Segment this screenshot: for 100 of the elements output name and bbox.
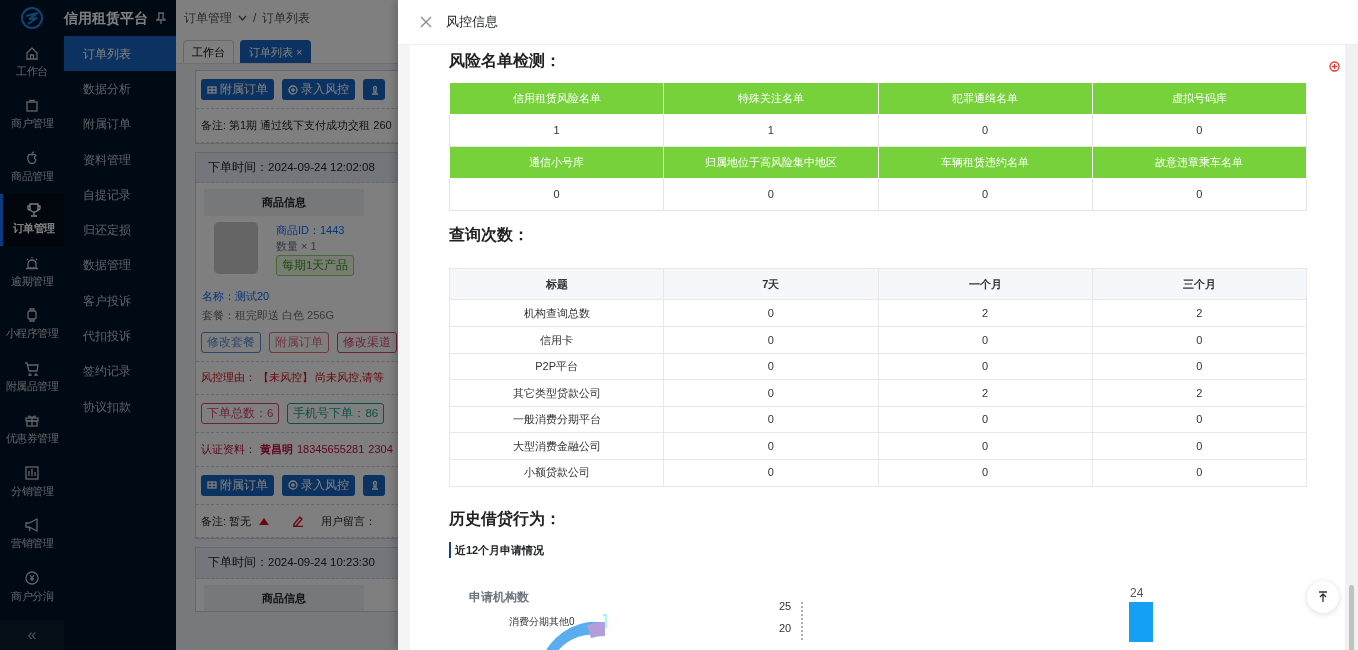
subsection-title: 近12个月申请情况	[449, 541, 545, 559]
table-cell: 机构查询总数	[449, 299, 664, 327]
section-title: 风险名单检测：	[449, 51, 562, 71]
risk-label: 风控理由：	[201, 370, 256, 385]
plus-circle-icon	[288, 480, 298, 491]
auth-name: 黄昌明	[260, 442, 293, 457]
watch-icon	[24, 307, 40, 324]
leader-line	[603, 614, 607, 629]
triangle-up-icon	[259, 517, 270, 525]
table-header: 车辆租赁违约名单	[878, 146, 1093, 179]
table-header: 虚拟号码库	[1092, 82, 1307, 115]
table-cell: 2	[878, 379, 1093, 407]
table-cell: 0	[663, 299, 878, 327]
sidebar-item[interactable]: 订单管理	[0, 193, 64, 246]
app-title: 信用租赁平台	[64, 8, 148, 28]
tab-close[interactable]: ×	[296, 45, 303, 58]
table-cell: 0	[878, 432, 1093, 460]
order-button[interactable]: 附属订单	[201, 79, 274, 101]
tab[interactable]: 工作台	[183, 39, 234, 63]
table-cell: 0	[663, 379, 878, 407]
table-cell: 0	[1092, 178, 1307, 211]
stamp-icon	[369, 480, 379, 491]
table-cell: 大型消费金融公司	[449, 432, 664, 460]
bag-icon	[24, 97, 40, 114]
tab[interactable]: 订单列表 ×	[240, 39, 312, 63]
logo-icon	[20, 6, 44, 30]
table-header: 7天	[663, 268, 878, 300]
table-cell: 2	[878, 299, 1093, 327]
order-button[interactable]: 附属订单	[201, 474, 274, 496]
table-cell: 一般消费分期平台	[449, 406, 664, 433]
table-cell: 0	[663, 459, 878, 487]
table-cell: 0	[663, 178, 878, 211]
table-cell: 0	[1092, 406, 1307, 433]
phone-photo-placeholder	[214, 221, 258, 274]
axis-line	[801, 602, 803, 643]
back-to-top-button[interactable]	[1307, 581, 1339, 613]
close-icon	[420, 16, 432, 28]
close-button[interactable]	[420, 16, 432, 28]
table-cell: 0	[449, 178, 664, 211]
table-header: 信用租赁风险名单	[449, 82, 664, 115]
submenu-item[interactable]: 签约记录	[64, 353, 176, 389]
submenu-item[interactable]: 代扣投诉	[64, 318, 176, 354]
order-button[interactable]	[363, 79, 385, 101]
bar-value-label: 24	[1130, 585, 1144, 603]
breadcrumb-separator: /	[253, 10, 257, 27]
table-cell: 0	[1092, 326, 1307, 354]
scrollbar[interactable]	[1345, 45, 1358, 650]
table-cell: 小额贷款公司	[449, 459, 664, 487]
submenu-item[interactable]: 归还定损	[64, 212, 176, 248]
risk-status: 【未风控】	[258, 370, 313, 385]
axis-tick-label: 20	[779, 621, 792, 637]
table-header: 犯罪通缉名单	[878, 82, 1093, 115]
table-cell: 其它类型贷款公司	[449, 379, 664, 407]
submenu-item[interactable]: 资料管理	[64, 141, 176, 178]
goods-header: 商品信息	[204, 189, 364, 216]
table-cell: 2	[1092, 379, 1307, 407]
action-button[interactable]: 修改套餐	[201, 331, 261, 353]
quantity: 数量 × 1	[276, 239, 318, 254]
order-button[interactable]	[363, 474, 385, 496]
submenu-item[interactable]: 客户投诉	[64, 283, 176, 319]
order-button[interactable]: 录入风控	[282, 474, 355, 496]
submenu-item[interactable]: 自提记录	[64, 177, 176, 213]
user-message-label: 用户留言：	[321, 513, 377, 529]
stamp-icon	[369, 84, 379, 95]
submenu-item[interactable]: 协议扣款	[64, 388, 176, 425]
grid-icon	[207, 480, 217, 491]
table-cell: 0	[663, 353, 878, 380]
table-cell: 0	[878, 353, 1093, 380]
table-cell: 1	[449, 114, 664, 147]
order-button[interactable]: 录入风控	[282, 79, 355, 101]
chart-title: 申请机构数	[469, 589, 530, 607]
auth-phone: 18345655281	[297, 442, 365, 457]
product-id: 商品ID：1443	[276, 222, 346, 238]
table-cell: 0	[878, 326, 1093, 354]
submenu-item[interactable]: 数据分析	[64, 71, 176, 107]
action-button[interactable]: 修改渠道	[337, 331, 397, 353]
collapse-button[interactable]: «	[0, 620, 64, 650]
package-info: 套餐：租完即送 白色 256G	[201, 308, 336, 324]
table-header: 标题	[449, 268, 664, 300]
megaphone-icon	[24, 517, 40, 534]
cart-icon	[24, 359, 40, 376]
table-cell: P2P平台	[449, 353, 664, 380]
chart-icon	[24, 464, 40, 481]
grid-icon	[207, 84, 217, 95]
breadcrumb-link[interactable]: 订单列表	[262, 9, 311, 27]
submenu-item[interactable]: 数据管理	[64, 247, 176, 284]
table-header: 三个月	[1092, 268, 1307, 300]
submenu-item[interactable]: 订单列表	[64, 36, 176, 72]
action-button[interactable]: 附属订单	[269, 331, 329, 353]
submenu-item[interactable]: 附属订单	[64, 106, 176, 142]
table-cell: 0	[1092, 432, 1307, 460]
trophy-icon	[25, 202, 42, 219]
scrollbar-thumb[interactable]	[1349, 585, 1354, 650]
apple-icon	[24, 149, 40, 166]
breadcrumb-link[interactable]: 订单管理	[184, 9, 232, 27]
table-cell: 0	[878, 114, 1093, 147]
table-cell: 1	[663, 114, 878, 147]
table-header: 通信小号库	[449, 146, 664, 179]
order-time: 下单时间：2024-09-24 10:23:30	[196, 548, 398, 579]
auth-id: 2304	[368, 442, 393, 457]
